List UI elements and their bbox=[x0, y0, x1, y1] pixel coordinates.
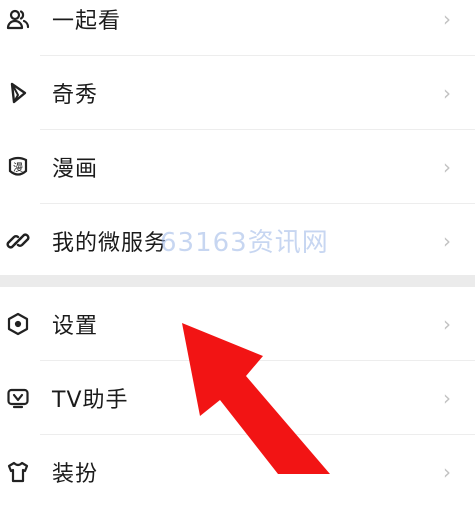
red-arrow-annotation bbox=[182, 323, 330, 474]
red-arrow-shape bbox=[182, 323, 330, 474]
